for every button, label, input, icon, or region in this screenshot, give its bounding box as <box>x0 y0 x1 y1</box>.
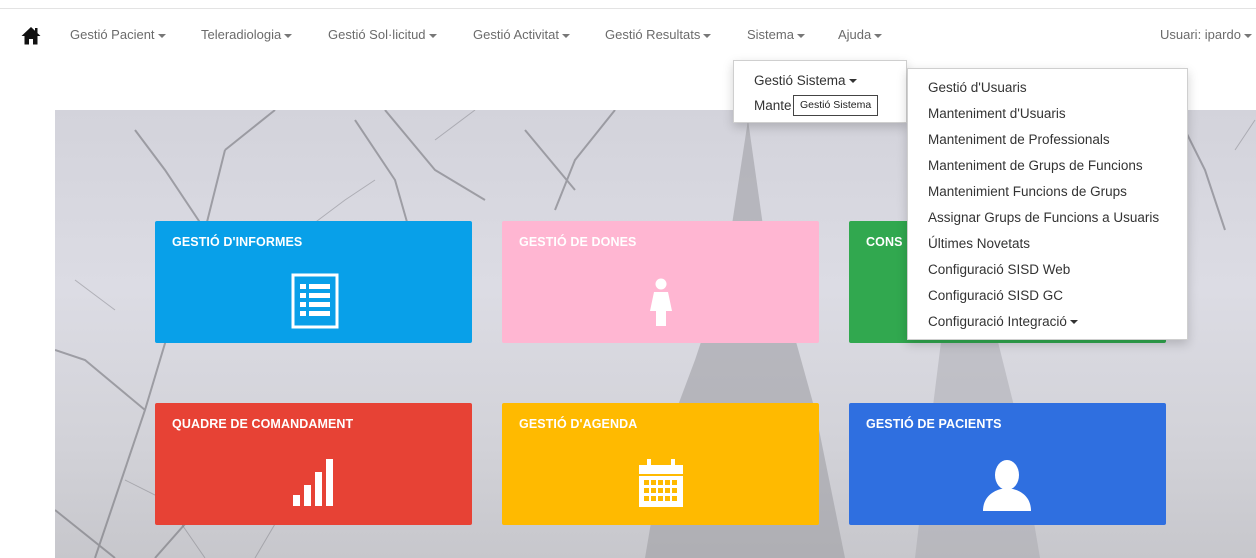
calendar-icon <box>639 459 683 507</box>
tile-title: GESTIÓ D'INFORMES <box>172 235 303 249</box>
nav-label: Teleradiologia <box>201 27 282 42</box>
user-icon <box>983 460 1031 511</box>
submenu-item-ultimes-novetats[interactable]: Últimes Novetats <box>928 236 1030 251</box>
caret-down-icon <box>157 33 166 38</box>
submenu-item-manteniment-professionals[interactable]: Manteniment de Professionals <box>928 132 1110 147</box>
submenu-item-config-sisd-web[interactable]: Configuració SISD Web <box>928 262 1070 277</box>
nav-label: Gestió Pacient <box>70 27 155 42</box>
nav-sistema[interactable]: Sistema <box>747 27 805 42</box>
top-navbar: Gestió Pacient Teleradiologia Gestió Sol… <box>0 8 1256 60</box>
tile-title: GESTIÓ DE DONES <box>519 235 637 249</box>
submenu-item-manteniment-usuaris[interactable]: Manteniment d'Usuaris <box>928 106 1066 121</box>
tile-gestio-dones[interactable]: GESTIÓ DE DONES <box>502 221 819 343</box>
nav-label: Gestió Sol·licitud <box>328 27 426 42</box>
submenu-item-manteniment-grups-funcions[interactable]: Manteniment de Grups de Funcions <box>928 158 1143 173</box>
tile-gestio-pacients[interactable]: GESTIÓ DE PACIENTS <box>849 403 1166 525</box>
caret-down-icon <box>874 33 883 38</box>
submenu-item-config-integracio[interactable]: Configuració Integració <box>928 314 1078 329</box>
caret-down-icon <box>561 33 570 38</box>
nav-gestio-pacient[interactable]: Gestió Pacient <box>70 27 166 42</box>
menu-item-gestio-sistema[interactable]: Gestió Sistema <box>754 73 857 88</box>
tile-quadre-comandament[interactable]: QUADRE DE COMANDAMENT <box>155 403 472 525</box>
tile-gestio-informes[interactable]: GESTIÓ D'INFORMES <box>155 221 472 343</box>
menu-item-label: Configuració Integració <box>928 314 1067 329</box>
tooltip: Gestió Sistema <box>793 95 879 116</box>
caret-down-icon <box>1069 320 1078 325</box>
tile-title: CONS <box>866 235 903 249</box>
tile-title: QUADRE DE COMANDAMENT <box>172 417 354 431</box>
caret-down-icon <box>284 33 293 38</box>
tile-gestio-agenda[interactable]: GESTIÓ D'AGENDA <box>502 403 819 525</box>
woman-icon <box>650 278 672 326</box>
submenu-item-manteniment-funcions-grups[interactable]: Mantenimient Funcions de Grups <box>928 184 1127 199</box>
caret-down-icon <box>703 33 712 38</box>
nav-gestio-activitat[interactable]: Gestió Activitat <box>473 27 570 42</box>
submenu-item-config-sisd-gc[interactable]: Configuració SISD GC <box>928 288 1063 303</box>
caret-down-icon <box>848 79 857 84</box>
nav-gestio-resultats[interactable]: Gestió Resultats <box>605 27 712 42</box>
gestio-sistema-submenu: Gestió d'Usuaris Manteniment d'Usuaris M… <box>907 68 1188 340</box>
menu-item-manteniment[interactable]: Mante <box>754 98 792 113</box>
menu-item-label: Gestió Sistema <box>754 73 846 88</box>
menu-item-label: Mante <box>754 98 792 113</box>
caret-down-icon <box>428 33 437 38</box>
report-icon <box>291 273 339 329</box>
nav-teleradiologia[interactable]: Teleradiologia <box>201 27 293 42</box>
bar-chart-icon <box>293 459 333 506</box>
nav-label: Gestió Activitat <box>473 27 559 42</box>
nav-label: Gestió Resultats <box>605 27 701 42</box>
user-label: Usuari: ipardo <box>1160 27 1241 42</box>
home-icon[interactable] <box>21 26 41 46</box>
nav-label: Sistema <box>747 27 794 42</box>
tile-title: GESTIÓ DE PACIENTS <box>866 417 1002 431</box>
submenu-item-assignar-grups[interactable]: Assignar Grups de Funcions a Usuaris <box>928 210 1159 225</box>
submenu-item-gestio-usuaris[interactable]: Gestió d'Usuaris <box>928 80 1027 95</box>
nav-ajuda[interactable]: Ajuda <box>838 27 883 42</box>
nav-label: Ajuda <box>838 27 872 42</box>
nav-user-menu[interactable]: Usuari: ipardo <box>1160 27 1252 42</box>
tile-title: GESTIÓ D'AGENDA <box>519 417 638 431</box>
nav-gestio-sollicitud[interactable]: Gestió Sol·licitud <box>328 27 437 42</box>
caret-down-icon <box>1243 33 1252 38</box>
caret-down-icon <box>796 33 805 38</box>
